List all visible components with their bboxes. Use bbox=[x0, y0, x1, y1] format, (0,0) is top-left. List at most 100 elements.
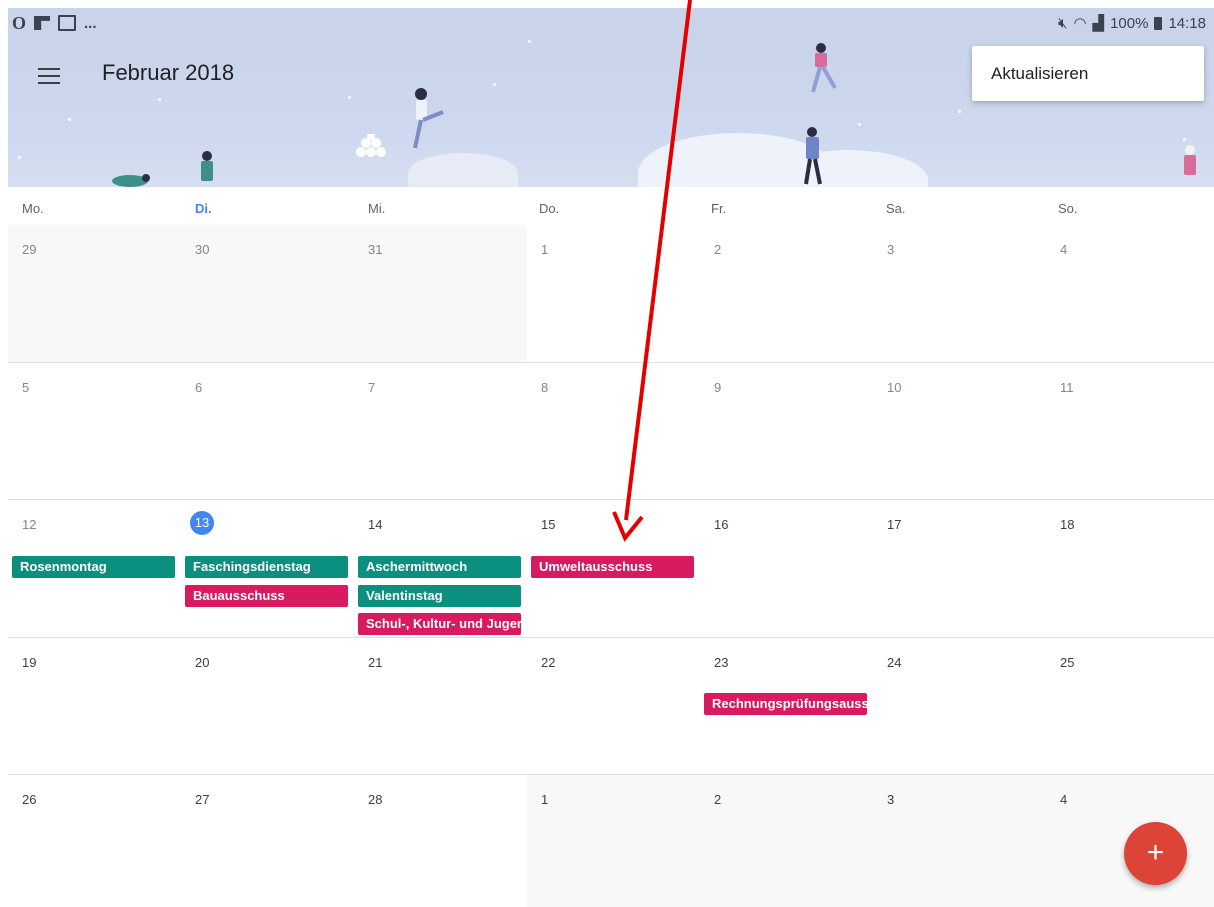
person-figure-illustration bbox=[804, 127, 822, 185]
weekday-label: Mo. bbox=[22, 201, 44, 216]
day-number: 11 bbox=[1060, 380, 1074, 395]
day-cell[interactable]: 29 bbox=[8, 225, 181, 363]
weekday-label: Mi. bbox=[368, 201, 386, 216]
day-cell[interactable]: 19 bbox=[8, 638, 181, 775]
status-ellipsis: ... bbox=[84, 14, 97, 32]
day-number: 26 bbox=[22, 792, 37, 807]
day-cell[interactable]: 18 bbox=[1046, 500, 1214, 638]
day-number: 9 bbox=[714, 380, 722, 395]
weekday-label: So. bbox=[1058, 201, 1078, 216]
person-figure-illustration bbox=[201, 151, 213, 181]
snowflake bbox=[858, 123, 861, 126]
overflow-menu: Aktualisieren bbox=[972, 46, 1204, 101]
hamburger-menu-icon[interactable] bbox=[38, 68, 60, 84]
opera-icon: O bbox=[12, 12, 27, 33]
event-chip[interactable]: Faschingsdienstag bbox=[185, 556, 348, 578]
mute-icon: 🔇︎ bbox=[1057, 14, 1068, 32]
day-number: 23 bbox=[714, 655, 729, 670]
day-number: 24 bbox=[887, 655, 902, 670]
day-cell[interactable]: 25 bbox=[1046, 638, 1214, 775]
day-number: 3 bbox=[887, 792, 895, 807]
day-cell[interactable]: 2 bbox=[700, 225, 873, 363]
day-cell[interactable]: 16 bbox=[700, 500, 873, 638]
day-cell[interactable]: 26 bbox=[8, 775, 181, 907]
day-cell[interactable]: 5 bbox=[8, 363, 181, 500]
day-cell[interactable]: 31 bbox=[354, 225, 527, 363]
day-number: 18 bbox=[1060, 517, 1075, 532]
battery-percent: 100% bbox=[1110, 14, 1149, 32]
day-cell[interactable]: 2 bbox=[700, 775, 873, 907]
snowflake bbox=[348, 96, 351, 99]
day-cell[interactable]: 3 bbox=[873, 775, 1046, 907]
day-cell[interactable]: 24 bbox=[873, 638, 1046, 775]
day-cell[interactable]: 20 bbox=[181, 638, 354, 775]
day-number: 12 bbox=[22, 517, 37, 532]
day-number: 21 bbox=[368, 655, 383, 670]
snowflake bbox=[68, 118, 71, 121]
event-chip[interactable]: Bauausschuss bbox=[185, 585, 348, 607]
day-cell[interactable]: 1 bbox=[527, 775, 700, 907]
day-number: 4 bbox=[1060, 242, 1068, 257]
today-day-number: 13 bbox=[190, 511, 214, 535]
event-chip[interactable]: Valentinstag bbox=[358, 585, 521, 607]
day-cell[interactable]: 4 bbox=[1046, 225, 1214, 363]
snowflake bbox=[958, 110, 961, 113]
day-cell[interactable]: 1 bbox=[527, 225, 700, 363]
day-number: 25 bbox=[1060, 655, 1075, 670]
status-time: 14:18 bbox=[1168, 14, 1206, 32]
event-chip[interactable]: Schul-, Kultur- und Jugendausschuss bbox=[358, 613, 521, 635]
day-number: 10 bbox=[887, 380, 902, 395]
event-chip[interactable]: Rosenmontag bbox=[12, 556, 175, 578]
day-number: 4 bbox=[1060, 792, 1068, 807]
day-number: 20 bbox=[195, 655, 210, 670]
day-cell[interactable]: 21 bbox=[354, 638, 527, 775]
day-cell[interactable]: 11 bbox=[1046, 363, 1214, 500]
day-number: 29 bbox=[22, 242, 37, 257]
day-cell[interactable]: 8 bbox=[527, 363, 700, 500]
event-chip[interactable]: Aschermittwoch bbox=[358, 556, 521, 578]
day-cell[interactable]: 9 bbox=[700, 363, 873, 500]
battery-icon bbox=[1154, 16, 1163, 30]
signal-icon: ▟ bbox=[1092, 15, 1105, 32]
weekday-label: Sa. bbox=[886, 201, 906, 216]
day-cell[interactable]: 22 bbox=[527, 638, 700, 775]
snowflake bbox=[528, 40, 531, 43]
day-cell[interactable]: 28 bbox=[354, 775, 527, 907]
day-cell[interactable]: 17 bbox=[873, 500, 1046, 638]
day-cell[interactable]: 3 bbox=[873, 225, 1046, 363]
menu-item-refresh[interactable]: Aktualisieren bbox=[991, 64, 1088, 84]
snowflake bbox=[18, 156, 21, 159]
add-event-button[interactable]: + bbox=[1124, 822, 1187, 885]
day-cell[interactable]: 10 bbox=[873, 363, 1046, 500]
weekday-header: Mo. Di. Mi. Do. Fr. Sa. So. bbox=[8, 187, 1214, 225]
snowflake bbox=[158, 98, 161, 101]
day-number: 28 bbox=[368, 792, 383, 807]
day-number: 17 bbox=[887, 517, 902, 532]
day-number: 30 bbox=[195, 242, 210, 257]
day-number: 7 bbox=[368, 380, 376, 395]
day-number: 16 bbox=[714, 517, 729, 532]
wifi-icon: ◠ bbox=[1073, 15, 1087, 32]
event-chip[interactable]: Rechnungsprüfungsausschuss bbox=[704, 693, 867, 715]
day-number: 19 bbox=[22, 655, 37, 670]
day-number: 1 bbox=[541, 792, 549, 807]
day-number: 22 bbox=[541, 655, 556, 670]
day-cell[interactable]: 7 bbox=[354, 363, 527, 500]
day-cell[interactable]: 6 bbox=[181, 363, 354, 500]
event-chip[interactable]: Umweltausschuss bbox=[531, 556, 694, 578]
snowflake bbox=[1183, 138, 1186, 141]
day-cell[interactable]: 27 bbox=[181, 775, 354, 907]
skater-figure-illustration bbox=[413, 88, 444, 149]
day-number: 1 bbox=[541, 242, 549, 257]
day-number: 2 bbox=[714, 242, 722, 257]
status-bar-right: 🔇︎ ◠ ▟ 100% 14:18 bbox=[1057, 14, 1214, 33]
gallery-icon bbox=[58, 15, 77, 31]
weekday-label: Do. bbox=[539, 201, 560, 216]
day-number: 5 bbox=[22, 380, 30, 395]
weekday-label-today: Di. bbox=[195, 201, 212, 216]
snowflake bbox=[493, 83, 496, 86]
snow-hill bbox=[408, 153, 518, 187]
day-cell[interactable]: 30 bbox=[181, 225, 354, 363]
month-title[interactable]: Februar 2018 bbox=[102, 60, 234, 86]
weekday-label: Fr. bbox=[711, 201, 727, 216]
